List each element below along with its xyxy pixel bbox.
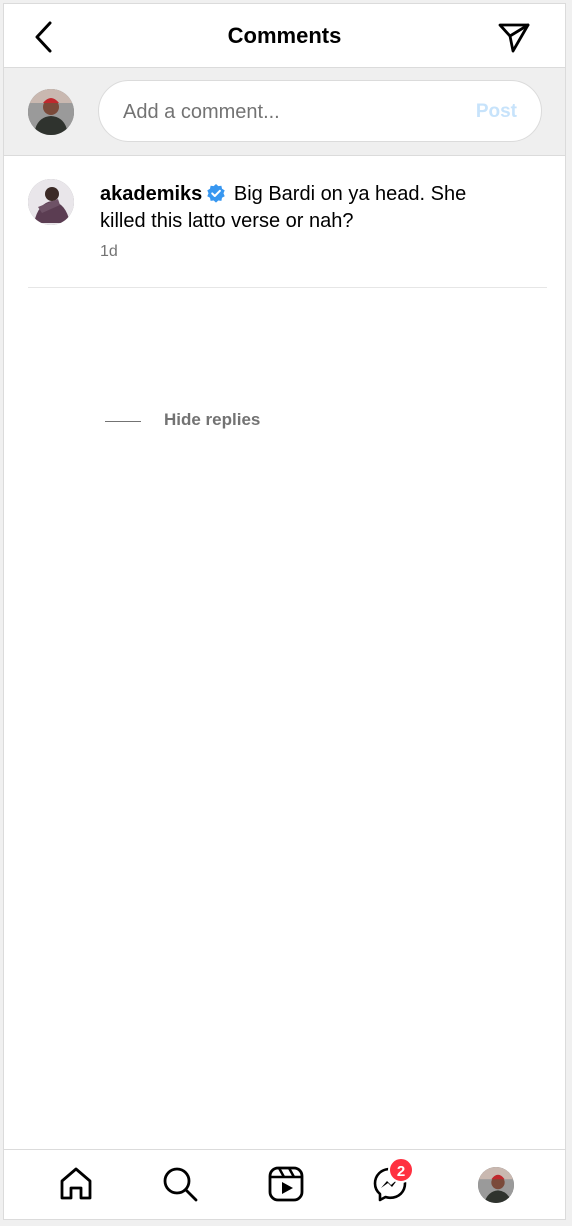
divider [28,287,547,288]
post-button[interactable]: Post [476,101,517,123]
search-icon [163,1167,198,1202]
commenter-avatar[interactable] [28,179,74,225]
share-button[interactable] [497,20,531,54]
comment-timestamp: 1d [100,243,118,260]
comment-text-block: akademiks Big Bardi on ya head. She kill… [100,181,500,235]
comment-input-wrapper: Post [98,80,542,142]
comment-username[interactable]: akademiks [100,183,202,205]
replies-line [105,421,141,422]
reels-icon [268,1166,304,1202]
nav-messenger[interactable]: 2 [370,1157,414,1204]
nav-profile-avatar[interactable] [478,1167,514,1203]
notification-badge: 2 [388,1157,414,1183]
comments-screen: Comments Post [3,3,566,1220]
nav-reels[interactable] [266,1164,306,1204]
bottom-nav: 2 [4,1149,565,1219]
current-user-avatar [28,89,74,135]
hide-replies-label: Hide replies [164,410,261,429]
page-title: Comments [227,23,342,48]
home-icon [60,1167,92,1200]
comment-composer: Post [4,68,565,156]
header: Comments [4,4,565,68]
paper-plane-icon [498,23,530,53]
verified-badge-icon [207,184,225,203]
nav-search[interactable] [160,1164,200,1204]
comment-input[interactable] [121,97,455,127]
nav-home[interactable] [56,1164,96,1204]
